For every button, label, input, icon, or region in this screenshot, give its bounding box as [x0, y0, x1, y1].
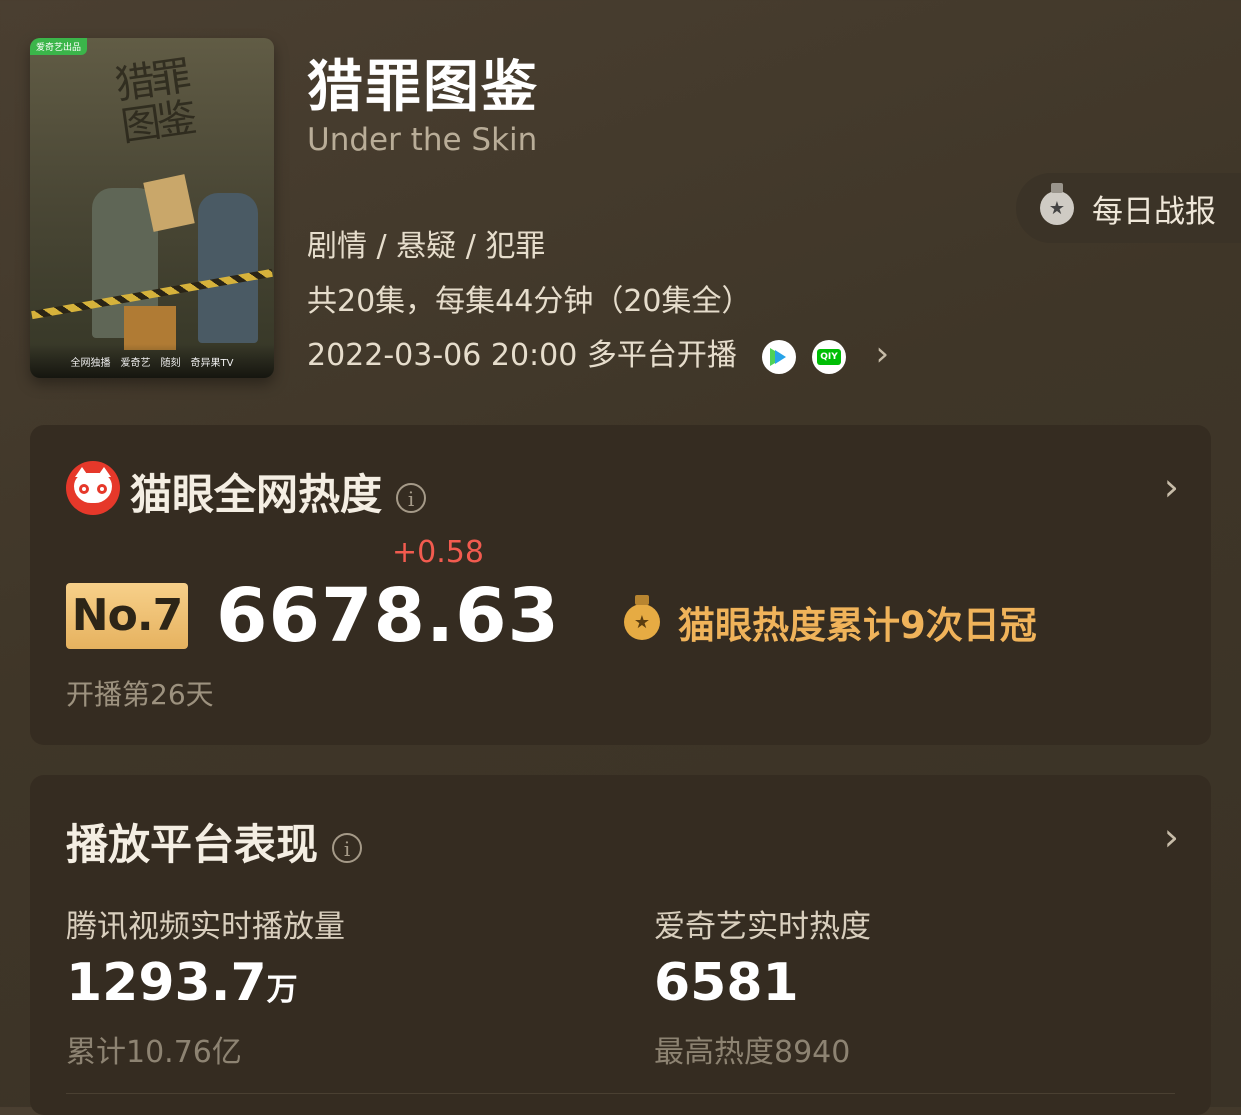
- info-icon[interactable]: i: [332, 832, 363, 863]
- daily-crown-link[interactable]: ★ 猫眼热度累计9次日冠: [624, 595, 1037, 649]
- score-delta: +0.58: [392, 535, 484, 570]
- maoyan-chevron-icon[interactable]: ›: [1164, 465, 1179, 509]
- maoyan-heat-card[interactable]: 猫眼全网热度 i › +0.58 No.7 6678.63 ★ 猫眼热度累计9次日…: [30, 425, 1211, 745]
- poster-logos: 全网独播 爱奇艺 随刻 奇异果TV: [30, 344, 274, 378]
- platform-performance-card[interactable]: 播放平台表现 i › 腾讯视频实时播放量 1293.7万 累计10.76亿 爱奇艺…: [30, 775, 1211, 1115]
- tencent-stat-sub: 累计10.76亿: [66, 1035, 242, 1070]
- show-english-title: Under the Skin: [307, 122, 538, 158]
- poster-badge: 爱奇艺出品: [30, 38, 88, 55]
- maoyan-heat-title-text: 猫眼全网热度: [130, 470, 383, 519]
- poster-calligraphy-title: 猎罪图鉴: [112, 53, 196, 151]
- info-icon[interactable]: i: [396, 482, 427, 513]
- iqiyi-stat-label: 爱奇艺实时热度: [654, 909, 871, 945]
- poster-logo-2: 爱奇艺: [120, 357, 151, 369]
- platform-performance-title-text: 播放平台表现: [66, 820, 319, 869]
- poster-logo-1: 全网独播: [70, 357, 111, 369]
- maoyan-logo-icon: [66, 461, 120, 515]
- divider: [66, 1093, 1175, 1094]
- premiere-row[interactable]: 2022-03-06 20:00 多平台开播 QIY ›: [307, 330, 889, 374]
- daily-report-label: 每日战报: [1092, 193, 1216, 230]
- poster-logo-3: 随刻: [160, 357, 181, 369]
- iqiyi-stat-sub: 最高热度8940: [654, 1035, 851, 1070]
- rank-badge: No.7: [66, 583, 188, 649]
- tencent-stat-unit: 万: [266, 972, 298, 1008]
- premiere-text: 2022-03-06 20:00 多平台开播: [307, 338, 737, 373]
- maoyan-heat-title: 猫眼全网热度 i: [130, 461, 427, 522]
- show-poster[interactable]: 爱奇艺出品 猎罪图鉴 全网独播 爱奇艺 随刻 奇异果TV: [30, 38, 274, 378]
- days-since-premiere: 开播第26天: [66, 678, 214, 711]
- platform-performance-title: 播放平台表现 i: [66, 811, 363, 872]
- show-episodes: 共20集，每集44分钟（20集全）: [307, 284, 752, 319]
- daily-report-button[interactable]: ★ 每日战报: [1016, 173, 1241, 243]
- iqiyi-icon[interactable]: QIY: [811, 339, 846, 374]
- daily-crown-text: 猫眼热度累计9次日冠: [678, 604, 1037, 647]
- platform-chevron-icon[interactable]: ›: [1164, 815, 1179, 859]
- tencent-video-icon[interactable]: [762, 339, 797, 374]
- iqiyi-stat-value: 6581: [654, 953, 799, 1013]
- show-title: 猎罪图鉴: [307, 55, 539, 120]
- tencent-stat-label: 腾讯视频实时播放量: [66, 909, 345, 945]
- poster-figure-right: [198, 193, 258, 343]
- show-genres: 剧情 / 悬疑 / 犯罪: [307, 229, 546, 264]
- premiere-chevron-icon[interactable]: ›: [876, 334, 890, 374]
- gold-medal-icon: ★: [624, 595, 660, 640]
- medal-icon: ★: [1040, 183, 1074, 225]
- poster-paper: [143, 174, 195, 232]
- poster-logo-4: 奇异果TV: [190, 357, 234, 369]
- heat-score: 6678.63: [216, 573, 561, 659]
- tencent-stat-value: 1293.7万: [66, 953, 298, 1013]
